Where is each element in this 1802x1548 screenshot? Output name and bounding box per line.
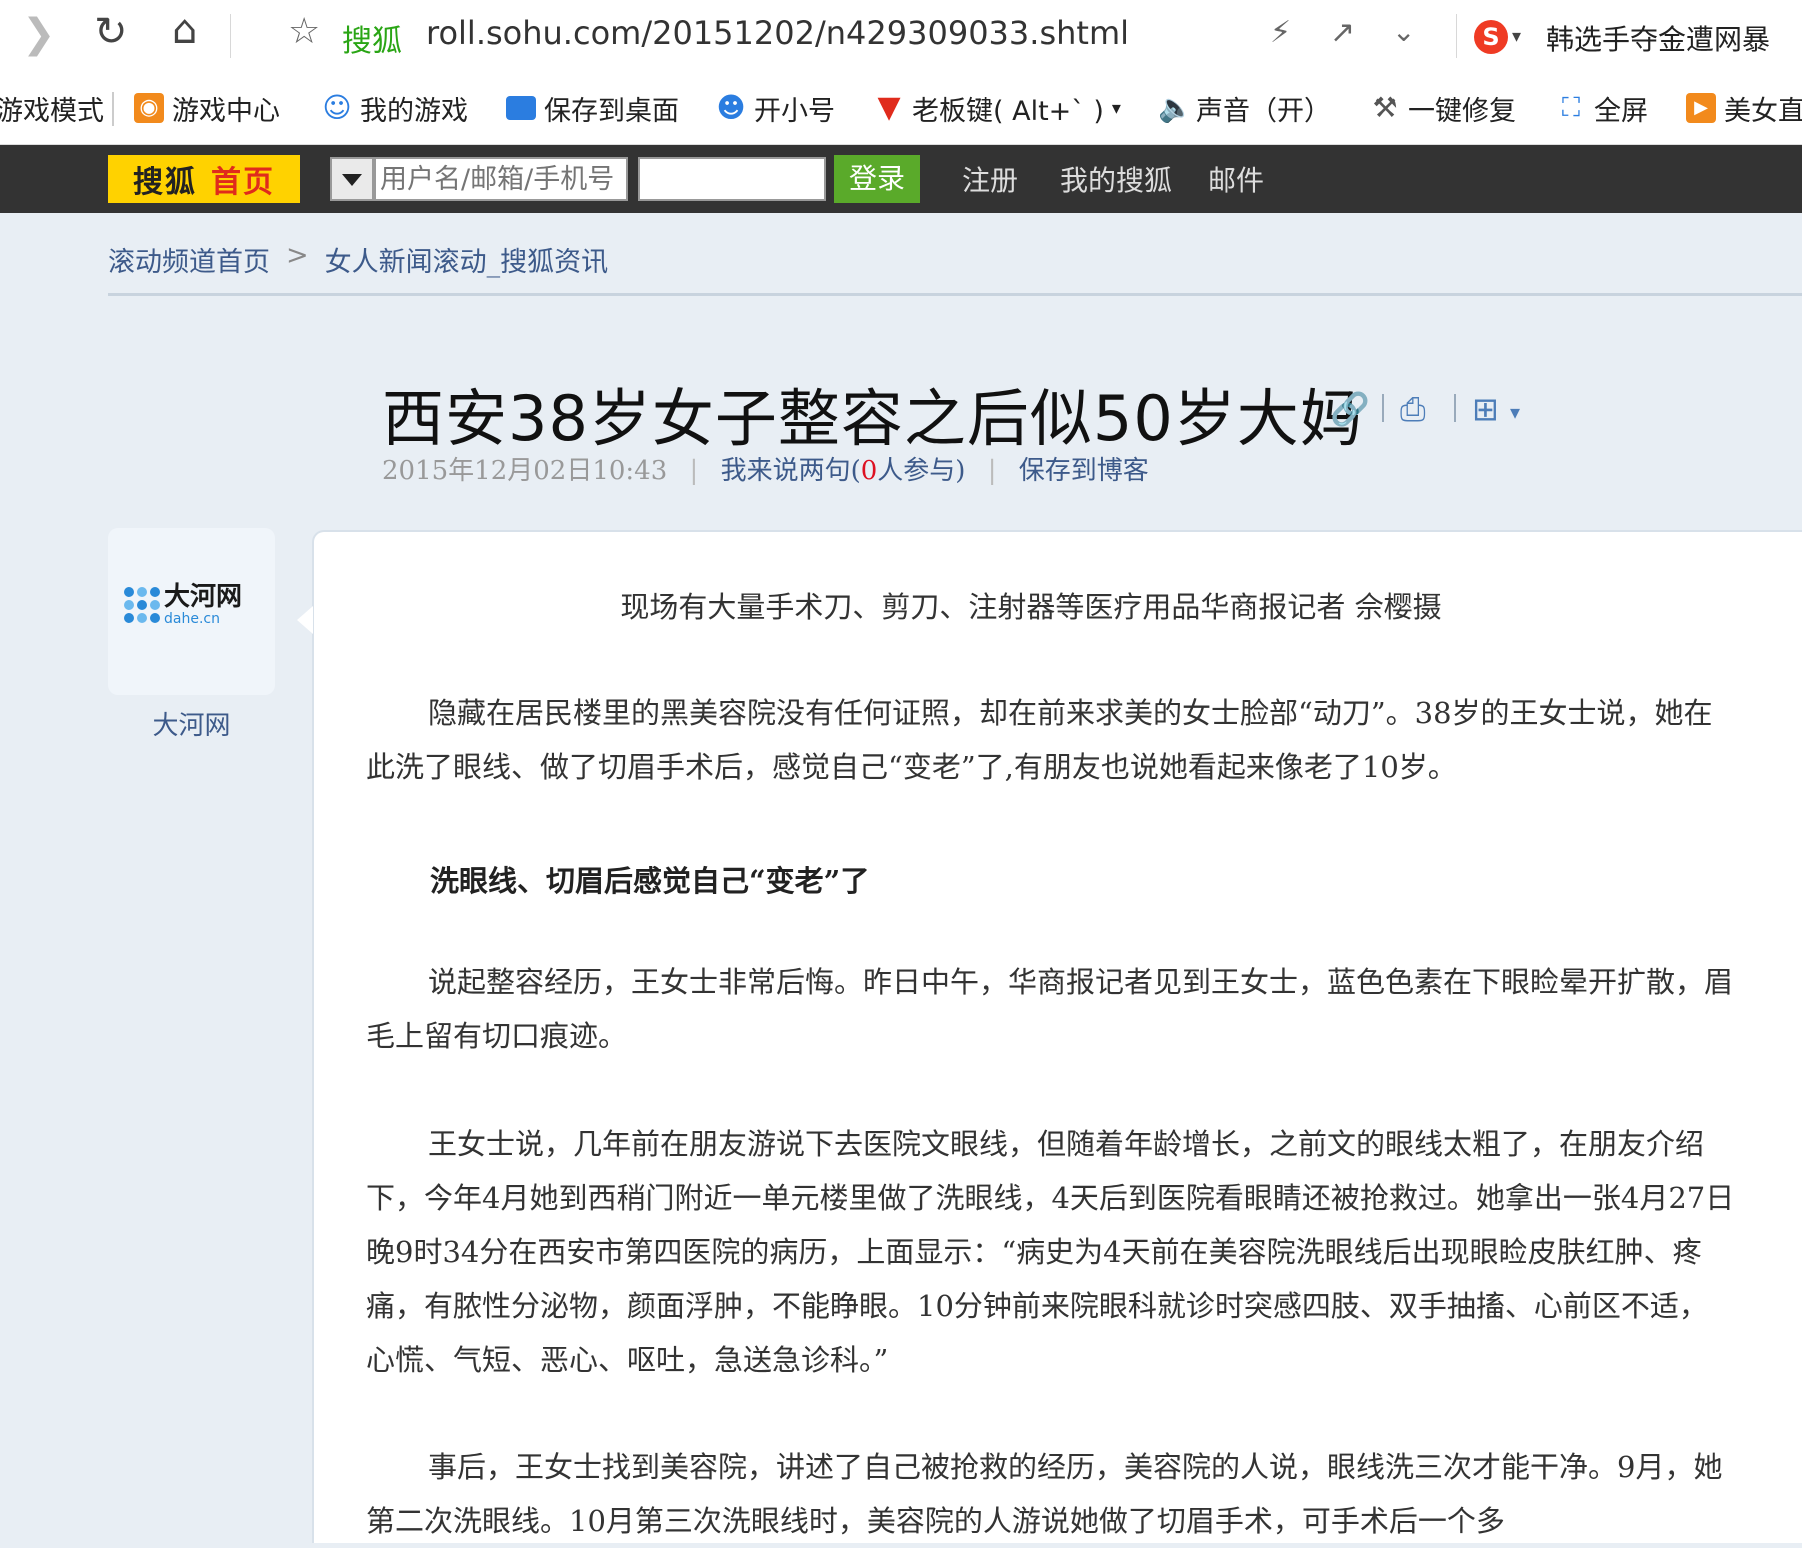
play-icon: ▶ — [1686, 93, 1716, 123]
divider — [1454, 394, 1456, 422]
comment-link[interactable]: 我来说两句(0人参与) — [721, 456, 966, 486]
toolbar-label: 游戏中心 — [172, 95, 280, 127]
toolbar-item-boss-key[interactable]: ▼ 老板键( Alt+` ) ▾ — [874, 72, 1121, 144]
star-icon[interactable]: ☆ — [288, 14, 320, 50]
link-icon[interactable]: 🔗 — [1330, 390, 1370, 428]
user-icon: ☺ — [322, 91, 352, 124]
username-input[interactable] — [374, 157, 628, 201]
toolbar-item-my-games[interactable]: ☺ 我的游戏 — [322, 72, 468, 144]
login-button[interactable]: 登录 — [834, 155, 920, 203]
toolbar-item-sound[interactable]: 🔈 声音（开） — [1158, 72, 1331, 144]
game-center-icon: ◉ — [134, 93, 164, 123]
toolbar-item-game-center[interactable]: ◉ 游戏中心 — [134, 72, 280, 144]
paragraph-4: 事后，王女士找到美容院，讲述了自己被抢救的经历，美容院的人说，眼线洗三次才能干净… — [366, 1450, 1723, 1538]
speaker-icon: 🔈 — [1158, 91, 1193, 124]
caret-down-icon[interactable]: ▾ — [1510, 400, 1520, 424]
url-field[interactable]: roll.sohu.com/20151202/n429309033.shtml — [426, 14, 1129, 52]
home-icon[interactable]: ⌂ — [172, 10, 197, 50]
divider — [108, 293, 1802, 296]
toolbar-label: 游戏模式 — [0, 95, 104, 127]
forward-icon[interactable]: ❯ — [22, 14, 56, 54]
mail-link[interactable]: 邮件 — [1208, 159, 1264, 199]
article-meta: 2015年12月02日10:43 | 我来说两句(0人参与) | 保存到博客 — [382, 450, 1149, 487]
divider — [1456, 14, 1457, 58]
toolbar-label: 老板键( Alt+` ) — [912, 95, 1104, 127]
breadcrumb-home[interactable]: 滚动频道首页 — [108, 240, 270, 279]
wrench-icon: ⚒ — [1372, 91, 1398, 124]
caret-down-icon[interactable]: ▾ — [1512, 26, 1521, 47]
toolbar-label: 一键修复 — [1408, 95, 1516, 127]
fullscreen-icon: ⛶ — [1561, 93, 1581, 123]
address-bar: ❯ ↻ ⌂ ☆ 搜狐 roll.sohu.com/20151202/n42930… — [0, 0, 1802, 72]
publish-date: 2015年12月02日10:43 — [382, 456, 668, 486]
paragraph-1: 隐藏在居民楼里的黑美容院没有任何证照，却在前来求美的女士脸部“动刀”。38岁的王… — [366, 696, 1713, 784]
lightning-icon[interactable]: ⚡ — [1270, 18, 1291, 48]
breadcrumb: 滚动频道首页 > 女人新闻滚动_搜狐资讯 — [108, 240, 608, 279]
toolbar-item-repair[interactable]: ⚒ 一键修复 — [1370, 72, 1516, 144]
password-input[interactable] — [638, 157, 826, 201]
toolbar-item-alt-account[interactable]: ☻ 开小号 — [716, 72, 835, 144]
print-icon[interactable]: ⎙ — [1400, 390, 1426, 429]
comment-count: 0 — [860, 456, 878, 486]
divider — [112, 92, 114, 126]
sohu-top-bar: 搜狐 首页 登录 注册 我的搜狐 邮件 — [0, 145, 1802, 213]
image-caption: 现场有大量手术刀、剪刀、注射器等医疗用品华商报记者 佘樱摄 — [0, 580, 1802, 634]
toolbar-label: 美女直 — [1724, 95, 1802, 127]
comment-post: 人参与) — [877, 456, 966, 486]
toolbar-label: 我的游戏 — [360, 95, 468, 127]
toolbar-label: 开小号 — [754, 95, 835, 127]
toolbar-item-game-mode[interactable]: 游戏模式 — [0, 72, 104, 144]
tie-icon: ▼ — [877, 90, 901, 125]
sohu-home-label-2: 首页 — [211, 165, 275, 200]
share-grid-icon[interactable]: ⊞ — [1472, 390, 1499, 428]
refresh-icon[interactable]: ↻ — [94, 12, 128, 52]
register-link[interactable]: 注册 — [962, 159, 1018, 199]
toolbar-item-save-desktop[interactable]: 保存到桌面 — [506, 72, 679, 144]
divider — [230, 14, 231, 58]
site-name: 搜狐 — [342, 24, 402, 59]
caption-text: 现场有大量手术刀、剪刀、注射器等医疗用品华商报记者 佘樱摄 — [620, 590, 1442, 624]
toolbar-label: 声音（开） — [1196, 95, 1331, 127]
caret-down-icon[interactable]: ▾ — [1112, 98, 1121, 119]
article-title: 西安38岁女子整容之后似50岁大妈 — [382, 382, 1363, 455]
save-to-blog-link[interactable]: 保存到博客 — [1019, 456, 1149, 486]
source-name[interactable]: 大河网 — [108, 705, 275, 742]
browser-toolbar: 游戏模式 ◉ 游戏中心 ☺ 我的游戏 保存到桌面 ☻ 开小号 ▼ 老板键( Al… — [0, 72, 1802, 145]
divider: | — [987, 456, 997, 486]
toolbar-item-fullscreen[interactable]: ⛶ 全屏 — [1556, 72, 1648, 144]
paragraph-3: 王女士说，几年前在朋友游说下去医院文眼线，但随着年龄增长，之前文的眼线太粗了，在… — [366, 1127, 1735, 1377]
toolbar-label: 保存到桌面 — [544, 95, 679, 127]
users-icon: ☻ — [716, 91, 746, 124]
paragraph-2: 说起整容经历，王女士非常后悔。昨日中午，华商报记者见到王女士，蓝色色素在下眼睑晕… — [366, 965, 1734, 1053]
sohu-home-link[interactable]: 搜狐 首页 — [108, 155, 300, 203]
sohu-home-label: 搜狐 — [133, 165, 197, 200]
my-sohu-link[interactable]: 我的搜狐 — [1060, 159, 1172, 199]
toolbar-item-live[interactable]: ▶ 美女直 — [1686, 72, 1802, 144]
breadcrumb-current[interactable]: 女人新闻滚动_搜狐资讯 — [325, 240, 609, 279]
sogou-logo-icon[interactable]: S — [1474, 20, 1508, 54]
divider: | — [689, 456, 699, 486]
toolbar-label: 全屏 — [1594, 95, 1648, 127]
section-heading: 洗眼线、切眉后感觉自己“变老”了 — [430, 864, 870, 898]
chevron-down-icon[interactable]: ⌄ — [1392, 18, 1415, 46]
hot-news-text[interactable]: 韩选手夺金遭网暴 — [1546, 18, 1770, 58]
share-icon[interactable]: ↗ — [1330, 18, 1355, 48]
comment-pre: 我来说两句( — [720, 456, 861, 486]
login-type-dropdown[interactable] — [330, 157, 374, 201]
monitor-icon — [506, 96, 536, 120]
divider — [1382, 394, 1384, 422]
breadcrumb-separator: > — [286, 240, 309, 271]
